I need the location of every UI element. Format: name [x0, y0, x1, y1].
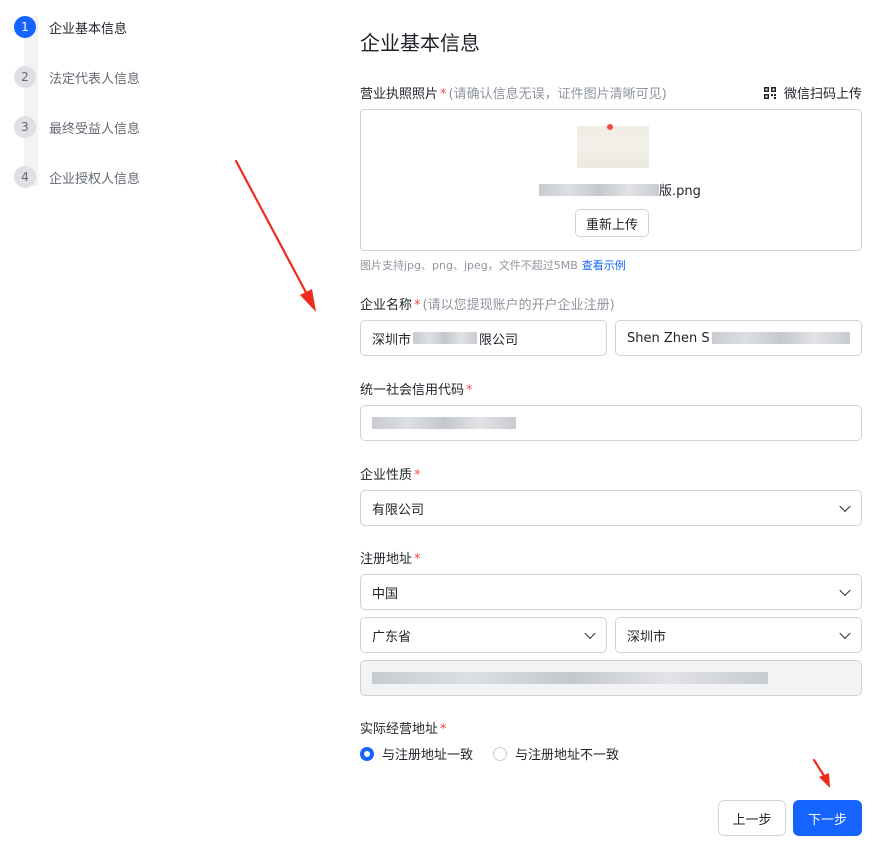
step-3[interactable]: 3 最终受益人信息 [14, 115, 140, 139]
credit-code-label: 统一社会信用代码 * [360, 379, 473, 398]
chevron-down-icon [839, 500, 851, 513]
company-name-cn-prefix: 深圳市 [372, 332, 412, 348]
annotation-arrow-icon [812, 758, 830, 788]
license-hint: (请确认信息无误，证件图片清晰可见) [448, 87, 667, 102]
biz-address-label-text: 实际经营地址 [360, 722, 439, 737]
step-label: 企业授权人信息 [49, 171, 141, 187]
step-label: 法定代表人信息 [49, 71, 141, 87]
step-label: 企业基本信息 [49, 21, 128, 37]
step-number: 3 [14, 116, 36, 138]
upload-tip-text: 图片支持jpg、png、jpeg，文件不超过5MB [360, 259, 578, 272]
file-name: 版.png [539, 180, 701, 199]
blurred-text [372, 672, 768, 684]
radio-label[interactable]: 与注册地址一致 [382, 744, 473, 763]
chevron-down-icon [839, 584, 851, 597]
required-mark: * [440, 87, 447, 102]
company-type-value: 有限公司 [372, 502, 425, 518]
step-label: 最终受益人信息 [49, 121, 141, 137]
company-type-label-text: 企业性质 [360, 468, 413, 483]
license-label-text: 营业执照照片 [360, 87, 439, 102]
blurred-text [711, 332, 850, 344]
street-address-input[interactable] [360, 660, 862, 696]
company-name-en-input[interactable]: Shen Zhen S [615, 320, 862, 356]
required-mark: * [414, 468, 421, 483]
required-mark: * [414, 298, 421, 313]
step-1[interactable]: 1 企业基本信息 [14, 15, 127, 39]
blurred-text [413, 332, 478, 344]
required-mark: * [440, 722, 447, 737]
step-4[interactable]: 4 企业授权人信息 [14, 165, 140, 189]
reg-address-label: 注册地址 * [360, 548, 421, 567]
radio-same-address[interactable] [360, 746, 374, 761]
company-type-select[interactable]: 有限公司 [360, 490, 862, 526]
qr-code-icon [763, 86, 776, 99]
license-upload-area[interactable]: 版.png 重新上传 [360, 109, 862, 251]
license-thumbnail [577, 124, 649, 168]
city-value: 深圳市 [627, 629, 667, 645]
company-name-hint: (请以您提现账户的开户企业注册) [422, 298, 615, 313]
company-name-en-prefix: Shen Zhen S [627, 330, 710, 346]
biz-address-label: 实际经营地址 * [360, 718, 447, 737]
view-example-link[interactable]: 查看示例 [582, 259, 626, 272]
file-suffix: 版.png [659, 184, 701, 199]
blurred-filename [539, 183, 659, 196]
company-name-cn-suffix: 限公司 [479, 332, 519, 348]
wechat-upload-button[interactable]: 微信扫码上传 [763, 83, 862, 102]
province-value: 广东省 [372, 629, 412, 645]
chevron-down-icon [839, 627, 851, 640]
step-number: 1 [14, 16, 36, 38]
company-name-label-text: 企业名称 [360, 298, 413, 313]
required-mark: * [414, 552, 421, 567]
radio-different-address[interactable] [493, 746, 508, 761]
step-number: 2 [14, 66, 36, 88]
wechat-upload-label: 微信扫码上传 [783, 87, 862, 102]
thumbnail-mark [607, 124, 613, 130]
license-label: 营业执照照片 * (请确认信息无误，证件图片清晰可见) [360, 83, 667, 102]
blurred-text [372, 417, 516, 429]
company-name-cn-input[interactable]: 深圳市 限公司 [360, 320, 607, 356]
required-mark: * [466, 383, 473, 398]
country-value: 中国 [372, 586, 399, 602]
step-2[interactable]: 2 法定代表人信息 [14, 65, 140, 89]
radio-label[interactable]: 与注册地址不一致 [515, 744, 619, 763]
credit-code-input[interactable] [360, 405, 862, 441]
company-type-label: 企业性质 * [360, 464, 421, 483]
page-title: 企业基本信息 [360, 31, 480, 55]
province-select[interactable]: 广东省 [360, 617, 607, 653]
biz-address-radio-group: 与注册地址一致 与注册地址不一致 [360, 744, 639, 763]
chevron-down-icon [584, 627, 596, 640]
country-select[interactable]: 中国 [360, 574, 862, 610]
city-select[interactable]: 深圳市 [615, 617, 862, 653]
company-name-label: 企业名称 * (请以您提现账户的开户企业注册) [360, 294, 615, 313]
step-number: 4 [14, 166, 36, 188]
credit-code-label-text: 统一社会信用代码 [360, 383, 465, 398]
next-step-button[interactable]: 下一步 [793, 800, 862, 836]
annotation-arrow-icon [234, 159, 316, 312]
upload-tip: 图片支持jpg、png、jpeg，文件不超过5MB 查看示例 [360, 257, 626, 273]
reg-address-label-text: 注册地址 [360, 552, 413, 567]
previous-step-button[interactable]: 上一步 [718, 800, 786, 836]
stepper-track [24, 16, 38, 186]
reupload-button[interactable]: 重新上传 [575, 209, 649, 237]
